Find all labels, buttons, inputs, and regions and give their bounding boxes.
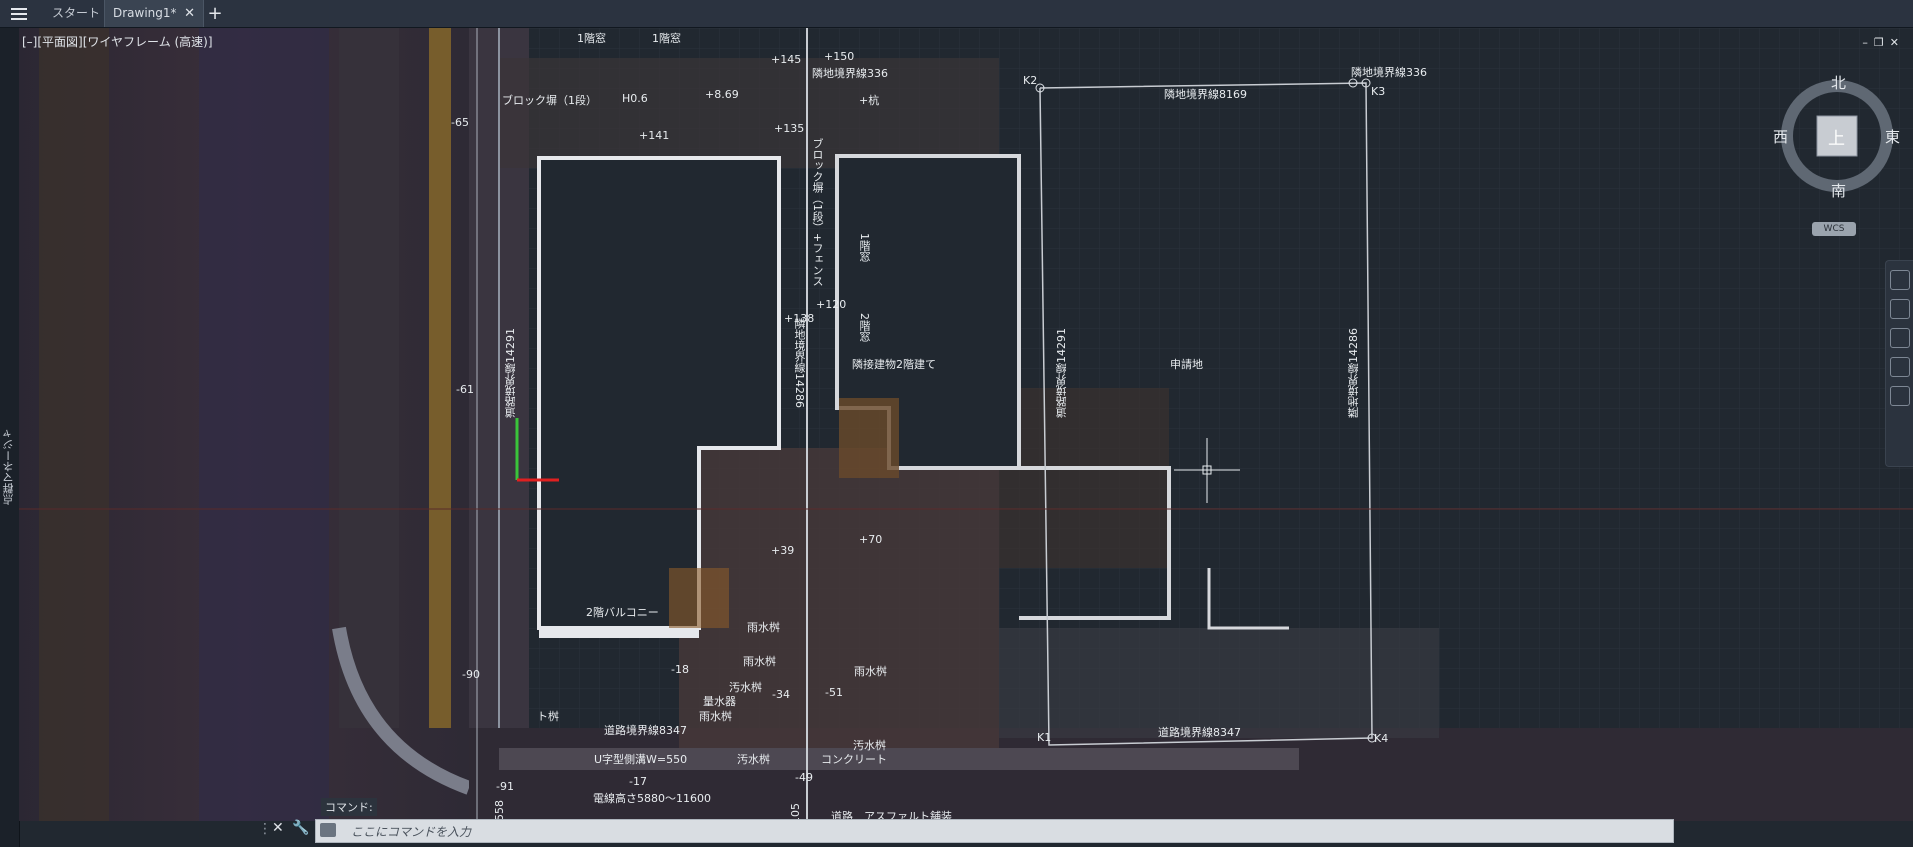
drawing-label: +39 (771, 544, 795, 557)
drawing-label: 隣地境界線336 (812, 67, 888, 80)
drawing-label: +70 (859, 533, 883, 546)
drawing-label: 電線高さ5880〜11600 (593, 792, 711, 805)
drawing-label: +150 (824, 50, 855, 63)
close-icon[interactable]: ✕ (184, 0, 195, 27)
view-cube[interactable]: 北 南 東 西 上 (1773, 72, 1901, 200)
drawing-label: 申請地 (1170, 358, 1203, 371)
tab-start-label: スタート (52, 6, 101, 20)
new-tab-icon[interactable]: + (204, 0, 226, 27)
drawing-label: K4 (1374, 732, 1389, 745)
compass-north[interactable]: 北 (1831, 72, 1846, 93)
drawing-label: 隣地境界線8169 (1164, 88, 1247, 101)
navigation-bar (1885, 260, 1913, 467)
drawing-label: 1階窓 (652, 32, 681, 45)
drawing-label: -17 (629, 775, 647, 788)
drawing-label: 雨水桝 (699, 710, 732, 723)
drawing-label: 雨水桝 (743, 655, 776, 668)
drawing-label: 道路境界線14291 (504, 328, 517, 418)
drawing-label: +135 (774, 122, 805, 135)
drawing-label: 汚水桝 (853, 739, 886, 752)
tab-drawing1-label: Drawing1* (113, 6, 177, 20)
document-tab-bar: スタート Drawing1* ✕ + (0, 0, 1913, 28)
viewport-controls-label[interactable]: [–][平面図][ワイヤフレーム (高速)] (22, 33, 213, 50)
drawing-label: ト桝 (537, 710, 559, 723)
drawing-label: +141 (639, 129, 670, 142)
command-prompt-icon[interactable] (320, 823, 336, 837)
drawing-label: 道路境界線14291 (1055, 328, 1068, 418)
drawing-label: -90 (462, 668, 480, 681)
compass-east[interactable]: 東 (1885, 126, 1900, 147)
viewport-window-controls[interactable]: –❐✕ (1862, 36, 1905, 49)
drawing-label: K2 (1023, 74, 1038, 87)
drawing-label: 雨水桝 (854, 665, 887, 678)
drawing-label: 隣地境界線336 (1351, 66, 1427, 79)
pan-icon[interactable] (1890, 299, 1910, 319)
view-cube-top-face[interactable]: 上 (1828, 124, 1845, 149)
drawing-label: 隣地境界線14286 (793, 318, 806, 408)
drawing-label: 4558 (493, 800, 506, 821)
point-cloud-drawing (19, 28, 1913, 821)
drawing-label: 道路境界線8347 (604, 724, 687, 737)
drawing-label: +杭 (859, 94, 880, 107)
restore-icon[interactable]: ❐ (1874, 36, 1890, 49)
drawing-label: 2階窓 (858, 313, 871, 342)
grip-icon[interactable]: ⋮ (258, 821, 272, 837)
drawing-label: -49 (795, 771, 813, 784)
drawing-label: ブロック塀（1段） (502, 94, 597, 107)
drawing-label: 隣地境界線14286 (1347, 328, 1360, 418)
drawing-label: ブロック塀（1段）+フェンス (811, 138, 824, 287)
wrench-icon[interactable]: 🔧 (292, 820, 309, 836)
drawing-label: +145 (771, 53, 802, 66)
menu-icon[interactable] (0, 0, 38, 27)
drawing-label: -65 (451, 116, 469, 129)
drawing-label: +120 (816, 298, 847, 311)
drawing-label: -61 (456, 383, 474, 396)
drawing-label: +8.69 (705, 88, 739, 101)
drawing-label: -51 (825, 686, 843, 699)
drawing-label: 1階窓 (858, 233, 871, 262)
drawing-label: 雨水桝 (747, 621, 780, 634)
zoom-icon[interactable] (1890, 328, 1910, 348)
command-history: コマンド: (321, 798, 377, 816)
tab-drawing1[interactable]: Drawing1* ✕ (104, 0, 204, 27)
command-line-tools: ⋮ ✕ 🔧 (258, 819, 314, 841)
close-icon[interactable]: ✕ (1890, 36, 1905, 49)
drawing-label: K1 (1037, 731, 1052, 744)
drawing-label: 隣接建物2階建て (852, 358, 936, 371)
command-input[interactable]: ここにコマンドを入力 (315, 819, 1674, 843)
drawing-label: K3 (1371, 85, 1386, 98)
command-input-placeholder: ここにコマンドを入力 (351, 825, 472, 839)
drawing-label: 汚水桝 (737, 753, 770, 766)
close-icon[interactable]: ✕ (272, 820, 284, 836)
drawing-label: -91 (496, 780, 514, 793)
drawing-label: 量水器 (703, 695, 736, 708)
drawing-label: コンクリート (821, 753, 887, 766)
drawing-label: 道路境界線8347 (1158, 726, 1241, 739)
drawing-label: -34 (772, 688, 790, 701)
drawing-label: 1階窓 (577, 32, 606, 45)
drawing-viewport[interactable]: 1階窓 1階窓 +145 +150 隣地境界線336 ブロック塀（1段） H0.… (19, 28, 1913, 821)
drawing-label: H0.6 (622, 92, 648, 105)
drawing-label: U字型側溝W=550 (594, 753, 688, 766)
orbit-icon[interactable] (1890, 357, 1910, 377)
point-cloud-manager-label: 点群マネージャ (2, 428, 15, 505)
compass-south[interactable]: 南 (1831, 180, 1846, 201)
steering-wheel-icon[interactable] (1890, 270, 1910, 290)
showmotion-icon[interactable] (1890, 386, 1910, 406)
point-cloud-manager-panel[interactable]: 点群マネージャ (0, 28, 20, 847)
minimize-icon[interactable]: – (1862, 36, 1874, 49)
drawing-label: 2階バルコニー (586, 606, 659, 619)
compass-west[interactable]: 西 (1773, 126, 1788, 147)
wcs-menu[interactable]: WCS (1812, 222, 1856, 236)
drawing-label: -18 (671, 663, 689, 676)
